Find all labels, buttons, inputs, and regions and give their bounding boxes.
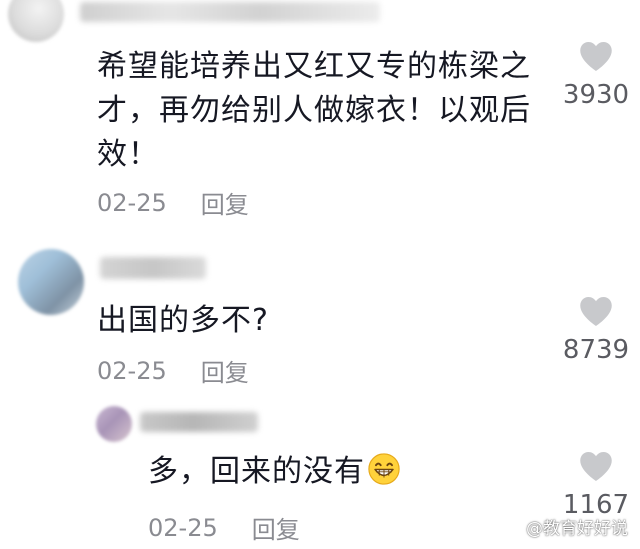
heart-outline-icon: [580, 452, 612, 481]
comment-date: 02-25: [97, 188, 167, 217]
username-blurred[interactable]: [80, 2, 380, 22]
avatar[interactable]: [96, 406, 132, 442]
username-blurred[interactable]: [100, 257, 206, 279]
toutiao-logo-icon: [505, 518, 523, 535]
like-button[interactable]: 1167: [556, 450, 636, 520]
comment-text: 希望能培养出又红又专的栋梁之才，再勿给别人做嫁衣！以观后效！: [97, 49, 531, 172]
avatar[interactable]: [8, 0, 64, 42]
like-button[interactable]: 8739: [556, 295, 636, 365]
grinning-face-emoji: [368, 453, 400, 485]
reply-text: 多，回来的没有: [148, 450, 508, 494]
reply-meta: 02-25 回复: [148, 510, 300, 545]
reply-button[interactable]: 回复: [252, 510, 300, 545]
comment-meta: 02-25 回复: [97, 185, 249, 220]
comment-meta: 02-25 回复: [97, 353, 249, 388]
username-blurred[interactable]: [140, 412, 258, 432]
reply-button[interactable]: 回复: [201, 185, 249, 220]
reply-date: 02-25: [148, 513, 218, 542]
watermark: @教育好好说: [505, 514, 628, 539]
reply-button[interactable]: 回复: [201, 353, 249, 388]
heart-outline-icon: [580, 297, 612, 326]
heart-outline-icon: [580, 42, 612, 71]
comment-item: 希望能培养出又红又专的栋梁之才，再勿给别人做嫁衣！以观后效！ 02-25 回复 …: [0, 0, 640, 225]
like-count: 8739: [562, 335, 630, 365]
like-button[interactable]: 3930: [556, 40, 636, 110]
reply-text-content: 多，回来的没有: [148, 454, 365, 489]
like-count: 3930: [562, 80, 630, 110]
watermark-text: @教育好好说: [526, 519, 628, 539]
comment-date: 02-25: [97, 356, 167, 385]
comment-text: 出国的多不?: [97, 303, 269, 338]
avatar[interactable]: [18, 249, 84, 315]
comment-item: 出国的多不? 02-25 回复 8739: [0, 235, 640, 395]
